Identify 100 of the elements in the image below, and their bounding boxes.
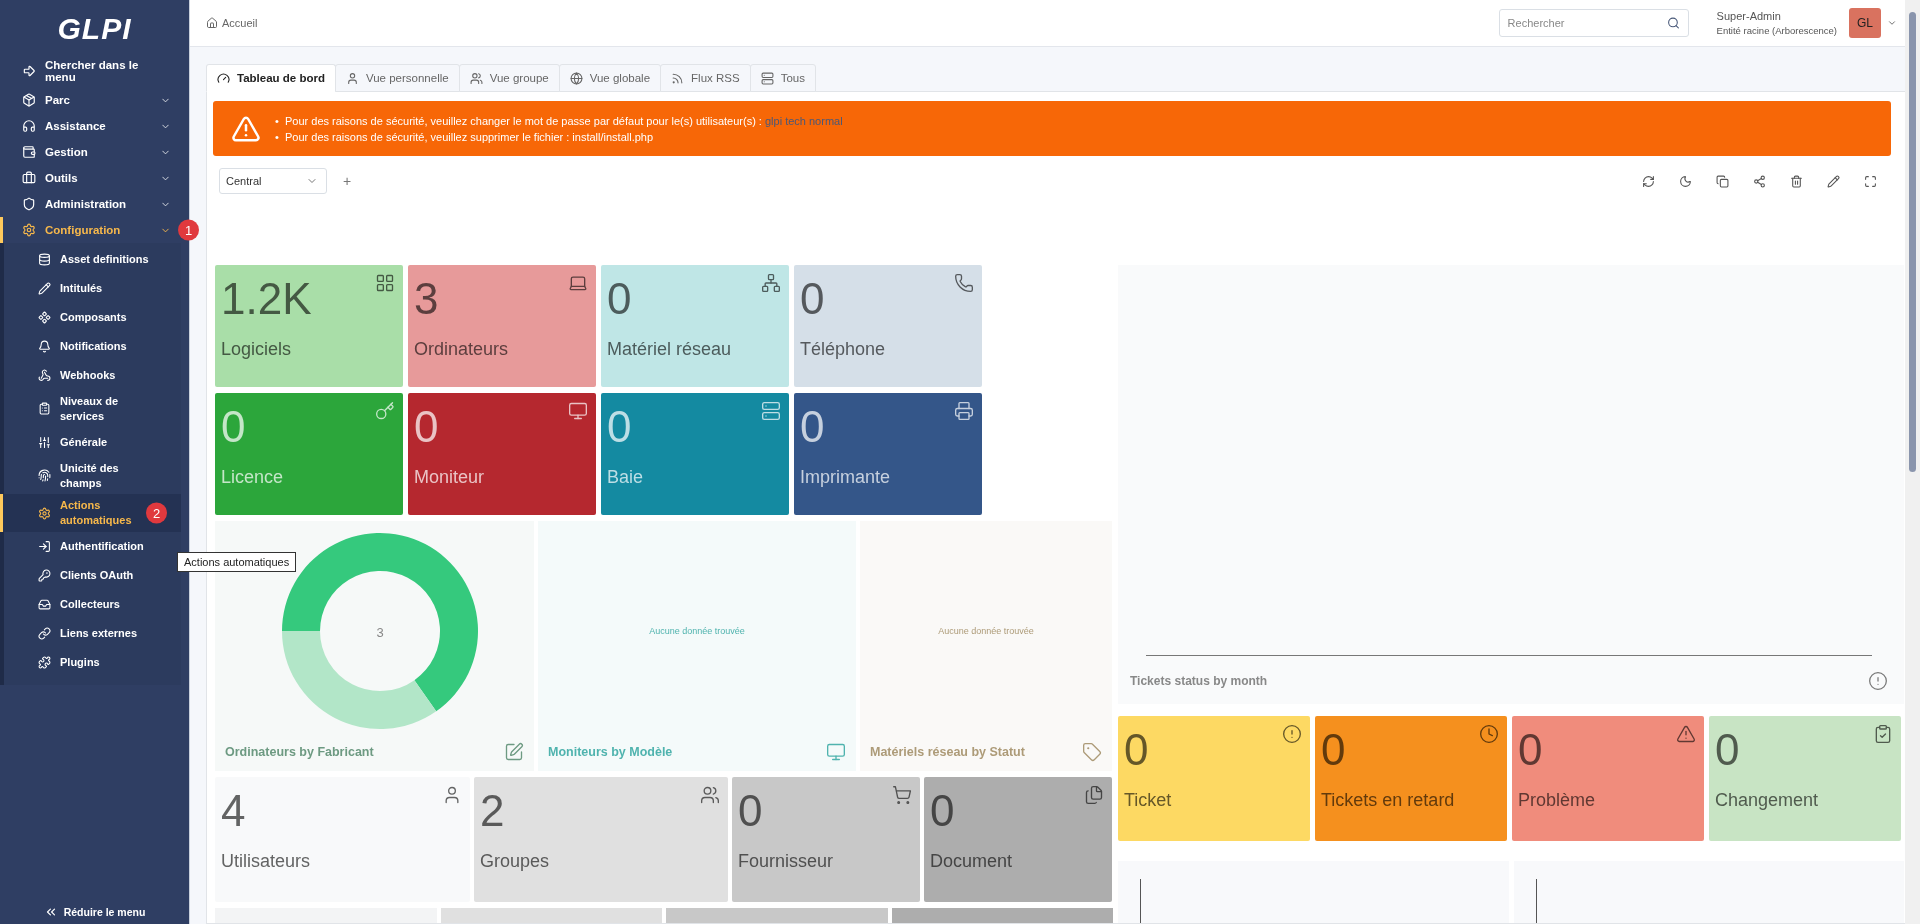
entity-name: Entité racine (Arborescence) <box>1716 25 1837 36</box>
alert-message: Pour des raisons de sécurité, veuillez supprimer le fichier : install/install.php <box>285 129 654 145</box>
stat-card[interactable]: 0 Fournisseur <box>732 777 920 902</box>
stat-card[interactable]: 0 Matériel réseau <box>601 265 789 387</box>
logo[interactable]: GLPI <box>0 0 189 58</box>
submenu-item[interactable]: Notifications <box>0 332 181 361</box>
card-value: 0 <box>607 277 632 321</box>
tooltip: Actions automatiques <box>177 552 297 572</box>
card-label: Ordinateurs <box>414 339 510 360</box>
card-value: 0 <box>1518 728 1543 772</box>
search-field[interactable]: Rechercher <box>1498 9 1689 37</box>
wallet-icon <box>22 145 36 159</box>
card-label: Changement <box>1715 790 1820 811</box>
submenu-item[interactable]: Niveaux de services <box>0 390 181 428</box>
stat-card[interactable]: 0 Imprimante <box>794 393 982 515</box>
scrollbar[interactable] <box>1905 0 1920 924</box>
edit-button[interactable] <box>1827 174 1840 188</box>
card-label: Document <box>930 851 1014 872</box>
widget-title: Matériels réseau by Statut <box>870 745 1025 759</box>
copy-button[interactable] <box>1716 174 1729 188</box>
grid-icon <box>375 273 395 293</box>
briefcase-icon <box>22 171 36 185</box>
menu-search[interactable]: Chercher dans le menu <box>0 58 177 84</box>
dark-mode-button[interactable] <box>1679 174 1692 188</box>
alert-circle-icon <box>1868 671 1888 691</box>
card-label: Ticket <box>1124 790 1173 811</box>
warning-icon <box>1676 724 1696 744</box>
stat-card[interactable]: 1.2K Logiciels <box>215 265 403 387</box>
stat-card[interactable]: 3 Ordinateurs <box>408 265 596 387</box>
tab[interactable]: Vue personnelle <box>334 64 460 92</box>
printer-icon <box>954 401 974 421</box>
key-icon <box>375 401 395 421</box>
bullet: • <box>275 113 280 129</box>
stat-card[interactable]: 0 Problème <box>1512 716 1704 841</box>
menu-item[interactable]: Configuration <box>0 217 177 243</box>
card-value: 0 <box>1124 728 1149 772</box>
submenu-item[interactable]: Asset definitions <box>0 245 181 274</box>
menu-item[interactable]: Parc <box>0 87 177 113</box>
widget-title: Moniteurs by Modèle <box>548 745 673 759</box>
submenu-item[interactable]: Intitulés <box>0 274 181 303</box>
stat-card[interactable]: 0 Moniteur <box>408 393 596 515</box>
monitor-icon <box>568 401 588 421</box>
gauge-icon <box>217 71 230 85</box>
collapse-menu-button[interactable]: Réduire le menu <box>0 900 189 924</box>
stat-card[interactable]: 0 Ticket <box>1118 716 1310 841</box>
card-label: Utilisateurs <box>221 851 312 872</box>
stat-card[interactable]: 0 Tickets en retard <box>1315 716 1507 841</box>
card-label: Problème <box>1518 790 1597 811</box>
refresh-button[interactable] <box>1642 174 1655 188</box>
user-avatar[interactable]: GL <box>1849 8 1881 38</box>
submenu-item[interactable]: Unicité des champs <box>0 456 181 495</box>
user-icon <box>345 71 359 85</box>
stat-card[interactable]: 0 Document <box>924 777 1112 902</box>
card-value: 0 <box>1715 728 1740 772</box>
submenu-item[interactable]: Plugins <box>0 648 181 678</box>
chevron-icon <box>1887 18 1897 28</box>
menu-item[interactable]: Administration <box>0 191 177 217</box>
card-label: Matériel réseau <box>607 339 733 360</box>
stat-card[interactable]: 2 Groupes <box>474 777 728 902</box>
stat-card[interactable]: 0 Téléphone <box>794 265 982 387</box>
stat-card[interactable]: 0 Changement <box>1709 716 1901 841</box>
breadcrumb-link[interactable]: Accueil <box>206 17 258 29</box>
tab[interactable]: Tableau de bord <box>206 64 336 92</box>
card-value: 0 <box>1321 728 1346 772</box>
menu-item[interactable]: Outils <box>0 165 177 191</box>
gear-icon <box>22 223 36 237</box>
box-icon <box>22 93 36 107</box>
stat-card[interactable]: 4 Utilisateurs <box>215 777 470 902</box>
card-value: 4 <box>221 789 246 833</box>
pencil-icon <box>38 282 51 295</box>
add-dashboard-button[interactable]: + <box>339 173 356 189</box>
headset-icon <box>22 119 36 133</box>
clock-icon <box>1479 724 1499 744</box>
submenu-item[interactable]: Webhooks <box>0 361 181 390</box>
cart-icon <box>892 785 912 805</box>
menu-item[interactable]: Assistance <box>0 113 177 139</box>
chart-center-label: 3 <box>376 625 384 640</box>
fullscreen-button[interactable] <box>1864 174 1877 188</box>
menu-item[interactable]: Gestion <box>0 139 177 165</box>
card-label: Moniteur <box>414 467 486 488</box>
card-label: Tickets en retard <box>1321 790 1456 811</box>
network-icon <box>761 273 781 293</box>
tab[interactable]: Tous <box>749 64 816 92</box>
key-icon <box>38 569 51 583</box>
delete-button[interactable] <box>1790 174 1803 188</box>
empty-message: Aucune donnée trouvée <box>649 626 745 636</box>
submenu-item[interactable]: Composants <box>0 303 181 332</box>
card-value: 2 <box>480 789 505 833</box>
dashboard-select[interactable]: Central <box>219 168 327 194</box>
annotation-marker: 1 <box>178 219 199 241</box>
card-value: 0 <box>800 277 825 321</box>
submenu-item[interactable]: Liens externes <box>0 619 181 649</box>
diamond-icon <box>38 311 51 324</box>
inbox-icon <box>38 598 51 612</box>
card-label: Groupes <box>480 851 551 872</box>
submenu-item[interactable]: Collecteurs <box>0 590 181 620</box>
users-icon <box>469 71 483 85</box>
share-button[interactable] <box>1753 174 1766 188</box>
database-icon <box>38 253 51 266</box>
submenu-item[interactable]: Générale <box>0 427 181 457</box>
